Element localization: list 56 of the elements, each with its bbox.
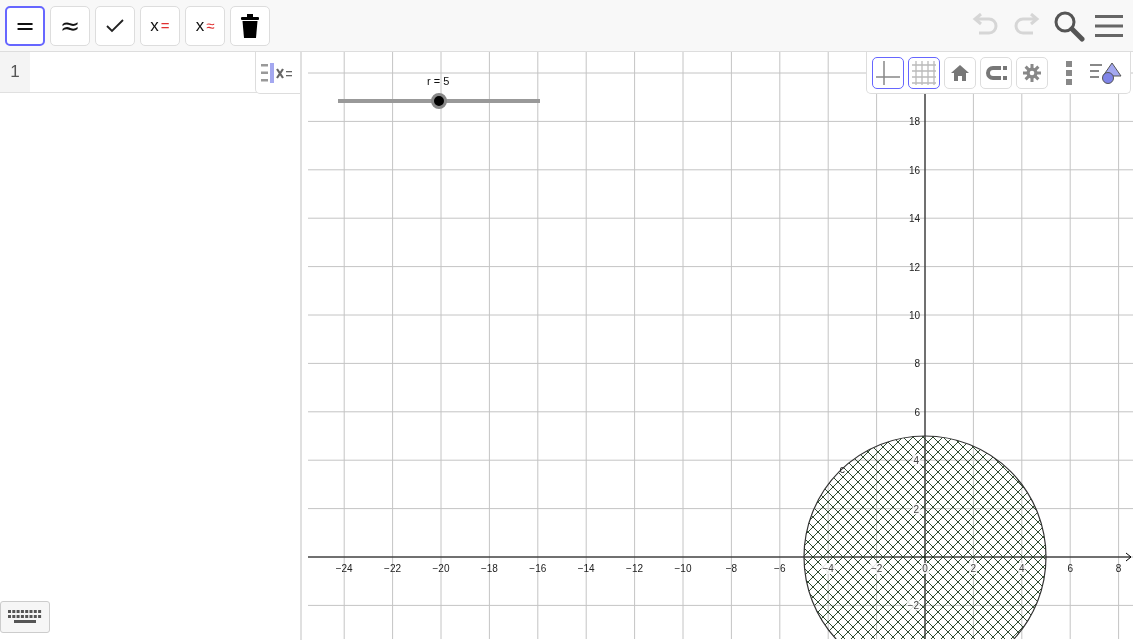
axis-tick-label: 18 [908,115,920,127]
magnet-icon [985,64,1007,81]
checkmark-icon [105,17,125,34]
axis-tick-label: 0 [921,563,929,574]
axis-tick-label: 6 [914,406,920,418]
keep-input-button[interactable] [95,5,135,46]
more-icon[interactable] [1066,60,1072,85]
axis-tick-label: −4 [821,563,835,574]
row-number: 1 [0,52,30,92]
gear-button[interactable] [1016,56,1048,89]
axis-tick-label: 6 [1067,563,1073,574]
axis-tick-label: −2 [869,563,884,574]
magnet-button[interactable] [980,56,1012,89]
home-button[interactable] [944,56,976,89]
circle-label: c [839,462,845,475]
solve-button[interactable]: x≈ [185,5,225,46]
axis-tick-label: −18 [480,563,498,574]
axis-tick-label: 10 [908,309,920,321]
slider-thumb[interactable] [431,93,447,109]
axis-tick-label: −2 [906,599,920,611]
search-icon[interactable] [1053,9,1085,42]
menu-icon[interactable] [1095,13,1123,38]
axis-tick-label: 2 [969,563,978,574]
house-icon [951,64,969,81]
graph-drawing[interactable] [308,52,1133,639]
gear-icon [1023,63,1041,82]
axis-tick-label: −22 [384,563,402,574]
axis-tick-label: 8 [1115,563,1122,574]
slider-label: r = 5 [427,75,450,87]
axis-tick-label: −20 [432,563,450,574]
keyboard-icon [8,609,42,625]
axis-tick-label: 4 [912,454,920,466]
axis-tick-label: −24 [335,563,353,574]
axis-tick-label: −10 [674,563,692,574]
grid-button[interactable] [908,56,940,89]
axis-tick-label: 14 [908,212,920,224]
axis-tick-label: 16 [908,164,920,176]
axis-tick-label: 8 [914,357,920,369]
axis-tick-label: −14 [577,563,595,574]
evaluate-button[interactable]: ≈ [50,5,90,46]
trash-icon [241,13,259,38]
axis-tick-label: 4 [1018,563,1026,574]
style-icon[interactable] [1090,61,1122,84]
axis-tick-label: −16 [529,563,547,574]
axis-tick-label: −12 [626,563,644,574]
solve-button[interactable]: x= [140,5,180,46]
axes-button[interactable] [872,56,904,89]
axis-tick-label: 2 [912,503,920,515]
algebra-view-icon [261,61,295,84]
evaluate-button[interactable]: = [5,5,45,46]
axis-tick-label: −8 [725,563,738,574]
axis-tick-label: −6 [774,563,786,574]
delete-button[interactable] [230,5,270,46]
axis-tick-label: 12 [908,261,920,273]
algebra-toggle-button[interactable] [255,52,300,94]
keyboard-button[interactable] [0,601,50,633]
